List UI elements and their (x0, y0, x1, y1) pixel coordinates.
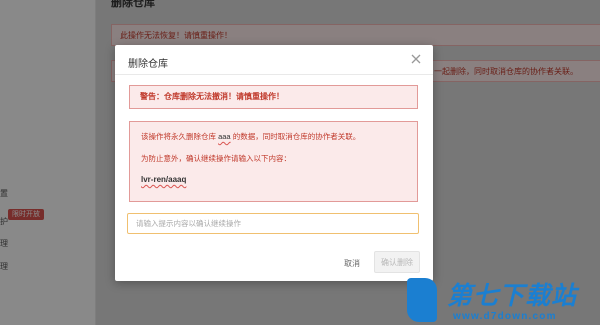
dialog-divider (115, 74, 433, 75)
repo-name: aaa (218, 132, 231, 141)
repo-path-to-type: lvr-ren/aaaq (141, 175, 187, 184)
warning-text: 警告：仓库删除无法撤消！请慎重操作！ (140, 92, 284, 101)
watermark-brand: 第七下载站 (447, 282, 578, 310)
info-line-2: 为防止意外，确认继续操作请输入以下内容： (141, 154, 291, 163)
dialog-title: 删除仓库 (128, 59, 168, 70)
delete-repo-dialog: 删除仓库 警告：仓库删除无法撤消！请慎重操作！ 该操作将永久删除仓库 aaa 的… (115, 45, 433, 281)
info-panel: 该操作将永久删除仓库 aaa 的数据，同时取消仓库的协作者关联。 为防止意外，确… (129, 121, 418, 202)
info-line-1: 该操作将永久删除仓库 aaa 的数据，同时取消仓库的协作者关联。 (141, 131, 360, 142)
confirm-delete-button[interactable]: 确认删除 (374, 251, 420, 273)
watermark-url: www.d7down.com (453, 311, 557, 322)
info-line-1-suffix: 的数据，同时取消仓库的协作者关联。 (232, 132, 361, 141)
close-icon[interactable] (409, 52, 423, 66)
warning-banner: 警告：仓库删除无法撤消！请慎重操作！ (129, 85, 418, 109)
watermark-logo-icon (407, 278, 437, 322)
cancel-button[interactable]: 取消 (337, 255, 367, 272)
site-watermark: 第七下载站 www.d7down.com (405, 275, 600, 325)
confirm-input[interactable] (127, 213, 419, 234)
info-line-1-prefix: 该操作将永久删除仓库 (141, 132, 216, 141)
